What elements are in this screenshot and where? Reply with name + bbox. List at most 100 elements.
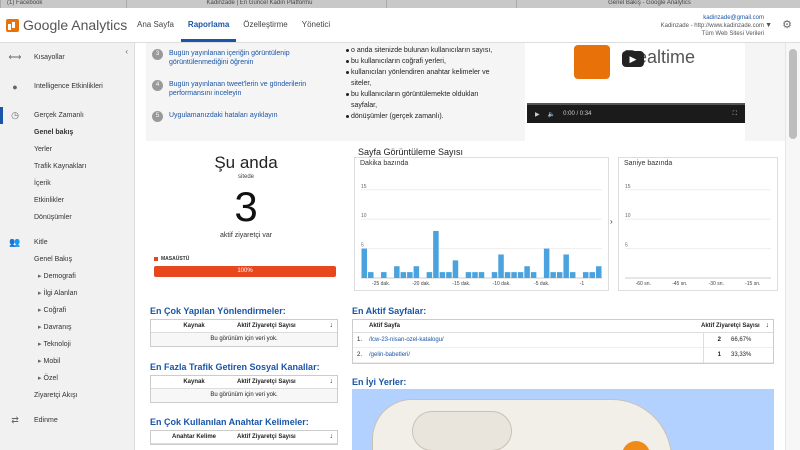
pageview-bar[interactable] — [433, 230, 439, 278]
pageview-bar[interactable] — [426, 272, 433, 278]
pageview-bar[interactable] — [394, 266, 400, 278]
sidebar-item-intelligence[interactable]: ● Intelligence Etkinlikleri — [0, 78, 134, 95]
sidebar-item-shortcuts[interactable]: ⟷ Kısayollar — [0, 49, 134, 66]
volume-icon[interactable]: 🔈 — [548, 111, 555, 118]
video-player[interactable]: Realtime ▶ ▶ 🔈 0:00 / 0:34 ⛶ — [527, 43, 745, 123]
col-active-page[interactable]: Aktif Sayfa — [353, 323, 701, 329]
sidebar-sub-interests[interactable]: İlgi Alanları — [0, 285, 134, 302]
sort-down-icon[interactable]: ↓ — [330, 378, 334, 385]
sidebar-sub-demographics[interactable]: Demografi — [0, 268, 134, 285]
account-view: Tüm Web Sitesi Verileri — [701, 31, 764, 37]
page-link[interactable]: /gelin-babetleri/ — [369, 352, 703, 358]
pageview-bar[interactable] — [556, 272, 563, 278]
chevron-right-icon[interactable]: › — [610, 217, 613, 226]
nav-home[interactable]: Ana Sayfa — [130, 8, 181, 42]
browser-tab[interactable]: Genel Bakış - Google Analytics — [516, 0, 776, 8]
google-analytics-logo[interactable]: Google Analytics — [6, 17, 127, 33]
pageview-bar[interactable] — [550, 272, 556, 278]
nav-admin[interactable]: Yönetici — [295, 8, 337, 42]
nav-customization[interactable]: Özelleştirme — [236, 8, 294, 42]
sort-down-icon[interactable]: ↓ — [330, 322, 334, 329]
help-item[interactable]: 4 Bugün yayınlanan tweet'lerin ve gönder… — [152, 80, 315, 101]
pageview-bar[interactable] — [511, 272, 517, 278]
pageview-bar[interactable] — [361, 248, 368, 278]
col-source[interactable]: Kaynak — [151, 379, 237, 385]
table-header: Kaynak Aktif Ziyaretçi Sayısı ↓ — [151, 376, 337, 389]
pageview-bar[interactable] — [478, 272, 485, 278]
pageview-bar[interactable] — [465, 272, 472, 278]
account-selector[interactable]: kadinzade@gmail.com Kadinzade - http://w… — [661, 14, 764, 38]
play-button-icon[interactable]: ▶ — [535, 111, 540, 118]
sidebar-sub-content[interactable]: İçerik — [0, 175, 134, 192]
help-item[interactable]: 5 Uygulamanızdaki hataları ayıklayın — [152, 111, 315, 132]
fullscreen-icon[interactable]: ⛶ — [733, 111, 737, 118]
sidebar-item-realtime[interactable]: ◷ Gerçek Zamanlı — [0, 107, 134, 124]
browser-tab[interactable] — [386, 0, 516, 8]
pageview-bar[interactable] — [407, 272, 413, 278]
help-item[interactable]: 3 Bugün yayınlanan içeriğin görüntülenip… — [152, 49, 315, 70]
chevron-down-icon[interactable]: ▼ — [765, 22, 772, 29]
pageview-bar[interactable] — [589, 272, 595, 278]
pageview-bar[interactable] — [504, 272, 511, 278]
page-link[interactable]: /lcw-23-nisan-ozel-katalogu/ — [369, 337, 703, 343]
nav-reporting[interactable]: Raporlama — [180, 8, 237, 42]
pageview-bar[interactable] — [439, 272, 446, 278]
col-keyword[interactable]: Anahtar Kelime — [151, 434, 237, 440]
pageview-bar[interactable] — [569, 272, 576, 278]
pageview-bar[interactable] — [491, 272, 498, 278]
browser-tab[interactable]: Kadinzade | En Güncel Kadın Platformu — [126, 0, 386, 8]
video-time: 0:00 / 0:34 — [563, 111, 592, 117]
pageview-bar[interactable] — [543, 248, 550, 278]
sidebar-sub-traffic-sources[interactable]: Trafik Kaynakları — [0, 158, 134, 175]
sidebar-sub-geo[interactable]: Coğrafi — [0, 302, 134, 319]
col-active-visitors[interactable]: Aktif Ziyaretçi Sayısı — [237, 323, 296, 329]
pageview-bar[interactable] — [446, 272, 452, 278]
sort-down-icon[interactable]: ↓ — [766, 322, 770, 329]
pageview-bar[interactable] — [413, 266, 420, 278]
pageview-bar[interactable] — [517, 272, 524, 278]
sidebar-sub-locations[interactable]: Yerler — [0, 141, 134, 158]
pageview-bar[interactable] — [452, 260, 459, 278]
intro-list-item: o anda sitenizde bulunan kullanıcıların … — [315, 45, 525, 56]
pageview-bar[interactable] — [381, 272, 387, 278]
play-icon[interactable]: ▶ — [622, 51, 644, 67]
sidebar-sub-visitor-flow[interactable]: Ziyaretçi Akışı — [0, 387, 134, 404]
col-active-visitors[interactable]: Aktif Ziyaretçi Sayısı — [701, 323, 760, 329]
browser-tab[interactable]: (1) Facebook — [0, 0, 126, 8]
pageview-bar[interactable] — [400, 272, 407, 278]
sidebar-sub-events[interactable]: Etkinlikler — [0, 192, 134, 209]
pageview-bar[interactable] — [524, 266, 530, 278]
collapse-sidebar-icon[interactable]: ‹ — [125, 47, 128, 56]
help-link[interactable]: Uygulamanızdaki hataları ayıklayın — [169, 111, 315, 120]
sidebar-sub-audience-overview[interactable]: Genel Bakış — [0, 251, 134, 268]
col-source[interactable]: Kaynak — [151, 323, 237, 329]
pageview-bar[interactable] — [563, 254, 569, 278]
scrollbar-thumb[interactable] — [789, 49, 797, 139]
gear-icon[interactable]: ⚙ — [782, 18, 792, 31]
help-link[interactable]: Bugün yayınlanan tweet'lerin ve gönderil… — [169, 80, 315, 98]
col-active-visitors[interactable]: Aktif Ziyaretçi Sayısı — [237, 379, 296, 385]
scrollbar[interactable] — [785, 43, 800, 450]
location-map[interactable] — [352, 389, 774, 450]
sidebar-sub-conversions[interactable]: Dönüşümler — [0, 209, 134, 226]
pageview-bar[interactable] — [498, 254, 504, 278]
sidebar-sub-overview[interactable]: Genel bakış — [0, 124, 134, 141]
intro-list: o anda sitenizde bulunan kullanıcıların … — [315, 43, 525, 141]
pageview-bar[interactable] — [582, 272, 589, 278]
intelligence-icon: ● — [12, 81, 18, 92]
pageview-bar[interactable] — [472, 272, 478, 278]
sidebar-sub-technology[interactable]: Teknoloji — [0, 336, 134, 353]
sidebar-sub-custom[interactable]: Özel — [0, 370, 134, 387]
help-link[interactable]: Bugün yayınlanan içeriğin görüntülenip g… — [169, 49, 315, 67]
pageview-bar[interactable] — [530, 272, 537, 278]
sidebar-item-acquisition[interactable]: ⇄ Edinme — [0, 412, 134, 429]
pageview-bar[interactable] — [595, 266, 602, 278]
pageview-bar[interactable] — [368, 272, 374, 278]
empty-message: Bu görünüm için veri yok. — [151, 389, 337, 402]
sort-down-icon[interactable]: ↓ — [330, 433, 334, 440]
col-active-visitors[interactable]: Aktif Ziyaretçi Sayısı — [237, 434, 296, 440]
referrals-table: Kaynak Aktif Ziyaretçi Sayısı ↓ Bu görün… — [150, 319, 338, 347]
sidebar-item-audience[interactable]: 👥 Kitle — [0, 234, 134, 251]
sidebar-sub-behavior[interactable]: Davranış — [0, 319, 134, 336]
sidebar-sub-mobile[interactable]: Mobil — [0, 353, 134, 370]
